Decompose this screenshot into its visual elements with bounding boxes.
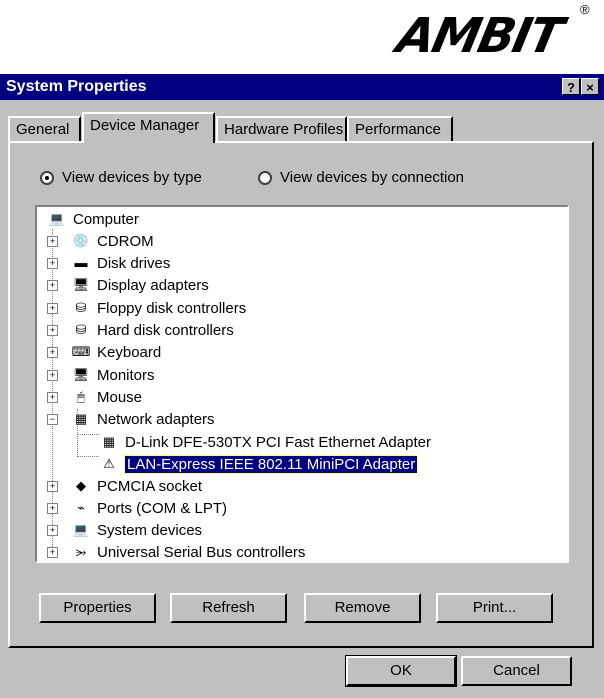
hard-disk-controller-icon: ⛁ bbox=[75, 322, 87, 337]
help-button[interactable]: ? bbox=[562, 78, 580, 95]
tree-item-cdrom[interactable]: 💿 CDROM bbox=[71, 231, 154, 251]
computer-icon: 💻 bbox=[48, 211, 66, 226]
radio-label-by-connection: View devices by connection bbox=[280, 169, 464, 186]
tree-item-label: Computer bbox=[73, 210, 139, 228]
tree-item-label: System devices bbox=[97, 521, 203, 539]
tree-item-ports[interactable]: ⌁ Ports (COM & LPT) bbox=[71, 498, 227, 518]
tree-root-computer[interactable]: 💻 Computer bbox=[47, 209, 139, 229]
system-devices-icon: 💻 bbox=[72, 522, 90, 537]
floppy-controller-icon: ⛁ bbox=[75, 300, 87, 315]
expand-icon[interactable]: + bbox=[47, 525, 58, 536]
registered-mark: ® bbox=[580, 2, 590, 17]
system-properties-window: System Properties ? × General Device Man… bbox=[0, 74, 604, 698]
expand-icon[interactable]: + bbox=[47, 547, 58, 558]
tree-item-label: Mouse bbox=[97, 388, 143, 406]
radio-button[interactable] bbox=[258, 170, 272, 185]
tree-item-label: Universal Serial Bus controllers bbox=[97, 543, 306, 561]
print-button[interactable]: Print... bbox=[436, 593, 553, 623]
cdrom-icon: 💿 bbox=[72, 233, 90, 248]
tree-line bbox=[52, 229, 53, 547]
tree-item-label: D-Link DFE-530TX PCI Fast Ethernet Adapt… bbox=[125, 433, 431, 451]
tab-general[interactable]: General bbox=[8, 116, 81, 142]
network-card-warning-icon: ⚠ bbox=[103, 456, 115, 471]
expand-icon[interactable]: + bbox=[47, 370, 58, 381]
tab-performance[interactable]: Performance bbox=[347, 116, 453, 142]
usb-icon: ⭃ bbox=[75, 544, 87, 559]
expand-icon[interactable]: + bbox=[47, 280, 58, 291]
device-tree[interactable]: 💻 Computer 💿 CDROM ▬ Disk drives 🖥 Displ… bbox=[35, 205, 569, 563]
close-button[interactable]: × bbox=[581, 78, 599, 95]
tree-item-label: Network adapters bbox=[97, 410, 215, 428]
expand-icon[interactable]: + bbox=[47, 481, 58, 492]
title-bar[interactable]: System Properties ? × bbox=[0, 74, 604, 100]
expand-icon[interactable]: + bbox=[47, 236, 58, 247]
ok-button[interactable]: OK bbox=[345, 655, 457, 687]
cancel-button[interactable]: Cancel bbox=[461, 656, 572, 686]
tree-item-label: Disk drives bbox=[97, 254, 171, 272]
remove-button[interactable]: Remove bbox=[304, 593, 421, 623]
expand-icon[interactable]: + bbox=[47, 392, 58, 403]
tree-item-network-adapters[interactable]: ▦ Network adapters bbox=[71, 409, 215, 429]
tree-line bbox=[77, 434, 99, 435]
tree-item-hard-disk-controllers[interactable]: ⛁ Hard disk controllers bbox=[71, 320, 234, 340]
port-icon: ⌁ bbox=[77, 500, 85, 515]
tree-item-label: PCMCIA socket bbox=[97, 477, 203, 495]
expand-icon[interactable]: + bbox=[47, 347, 58, 358]
tree-item-monitors[interactable]: 🖥 Monitors bbox=[71, 365, 155, 385]
logo-text: AMBIT bbox=[392, 8, 567, 64]
device-manager-panel: View devices by type View devices by con… bbox=[8, 141, 594, 648]
tree-item-label: Hard disk controllers bbox=[97, 321, 234, 339]
tree-item-mouse[interactable]: 🖱 Mouse bbox=[71, 387, 142, 407]
expand-icon[interactable]: + bbox=[47, 325, 58, 336]
collapse-icon[interactable]: − bbox=[47, 414, 58, 425]
display-adapter-icon: 🖥 bbox=[72, 277, 90, 292]
tree-item-floppy-disk-controllers[interactable]: ⛁ Floppy disk controllers bbox=[71, 298, 247, 318]
refresh-button[interactable]: Refresh bbox=[170, 593, 287, 623]
radio-view-by-connection[interactable]: View devices by connection bbox=[258, 169, 464, 186]
tree-item-dlink-adapter[interactable]: ▦ D-Link DFE-530TX PCI Fast Ethernet Ada… bbox=[99, 432, 431, 452]
ambit-logo: AMBIT ® bbox=[390, 0, 604, 66]
tree-item-label: Floppy disk controllers bbox=[97, 299, 247, 317]
tree-item-pcmcia-socket[interactable]: ◆ PCMCIA socket bbox=[71, 476, 202, 496]
tree-item-label: Monitors bbox=[97, 366, 155, 384]
tree-item-label: Display adapters bbox=[97, 276, 209, 294]
properties-button[interactable]: Properties bbox=[39, 593, 156, 623]
radio-view-by-type[interactable]: View devices by type bbox=[40, 169, 202, 186]
window-title: System Properties bbox=[6, 78, 147, 95]
radio-button-selected[interactable] bbox=[40, 170, 54, 185]
network-card-icon: ▦ bbox=[102, 434, 116, 449]
tab-hardware-profiles[interactable]: Hardware Profiles bbox=[216, 116, 347, 142]
tree-item-label: Keyboard bbox=[97, 343, 162, 361]
network-adapter-icon: ▦ bbox=[74, 411, 88, 426]
tree-item-label-selected: LAN-Express IEEE 802.11 MiniPCI Adapter bbox=[123, 454, 419, 474]
tree-item-keyboard[interactable]: ⌨ Keyboard bbox=[71, 342, 162, 362]
tree-item-usb-controllers[interactable]: ⭃ Universal Serial Bus controllers bbox=[71, 542, 306, 562]
radio-label-by-type: View devices by type bbox=[62, 169, 202, 186]
tree-item-label: Ports (COM & LPT) bbox=[97, 499, 228, 517]
tree-line bbox=[77, 456, 99, 457]
disk-drive-icon: ▬ bbox=[74, 255, 88, 270]
tree-item-system-devices[interactable]: 💻 System devices bbox=[71, 520, 202, 540]
expand-icon[interactable]: + bbox=[47, 303, 58, 314]
tab-device-manager[interactable]: Device Manager bbox=[82, 112, 215, 143]
monitor-icon: 🖥 bbox=[72, 367, 90, 382]
expand-icon[interactable]: + bbox=[47, 503, 58, 514]
tree-item-display-adapters[interactable]: 🖥 Display adapters bbox=[71, 275, 209, 295]
tree-item-label: CDROM bbox=[97, 232, 154, 250]
mouse-icon: 🖱 bbox=[77, 389, 85, 404]
pcmcia-icon: ◆ bbox=[76, 478, 86, 493]
tree-item-disk-drives[interactable]: ▬ Disk drives bbox=[71, 253, 171, 273]
expand-icon[interactable]: + bbox=[47, 258, 58, 269]
tree-item-lan-express-adapter[interactable]: ⚠ LAN-Express IEEE 802.11 MiniPCI Adapte… bbox=[99, 454, 419, 474]
keyboard-icon: ⌨ bbox=[71, 344, 91, 359]
